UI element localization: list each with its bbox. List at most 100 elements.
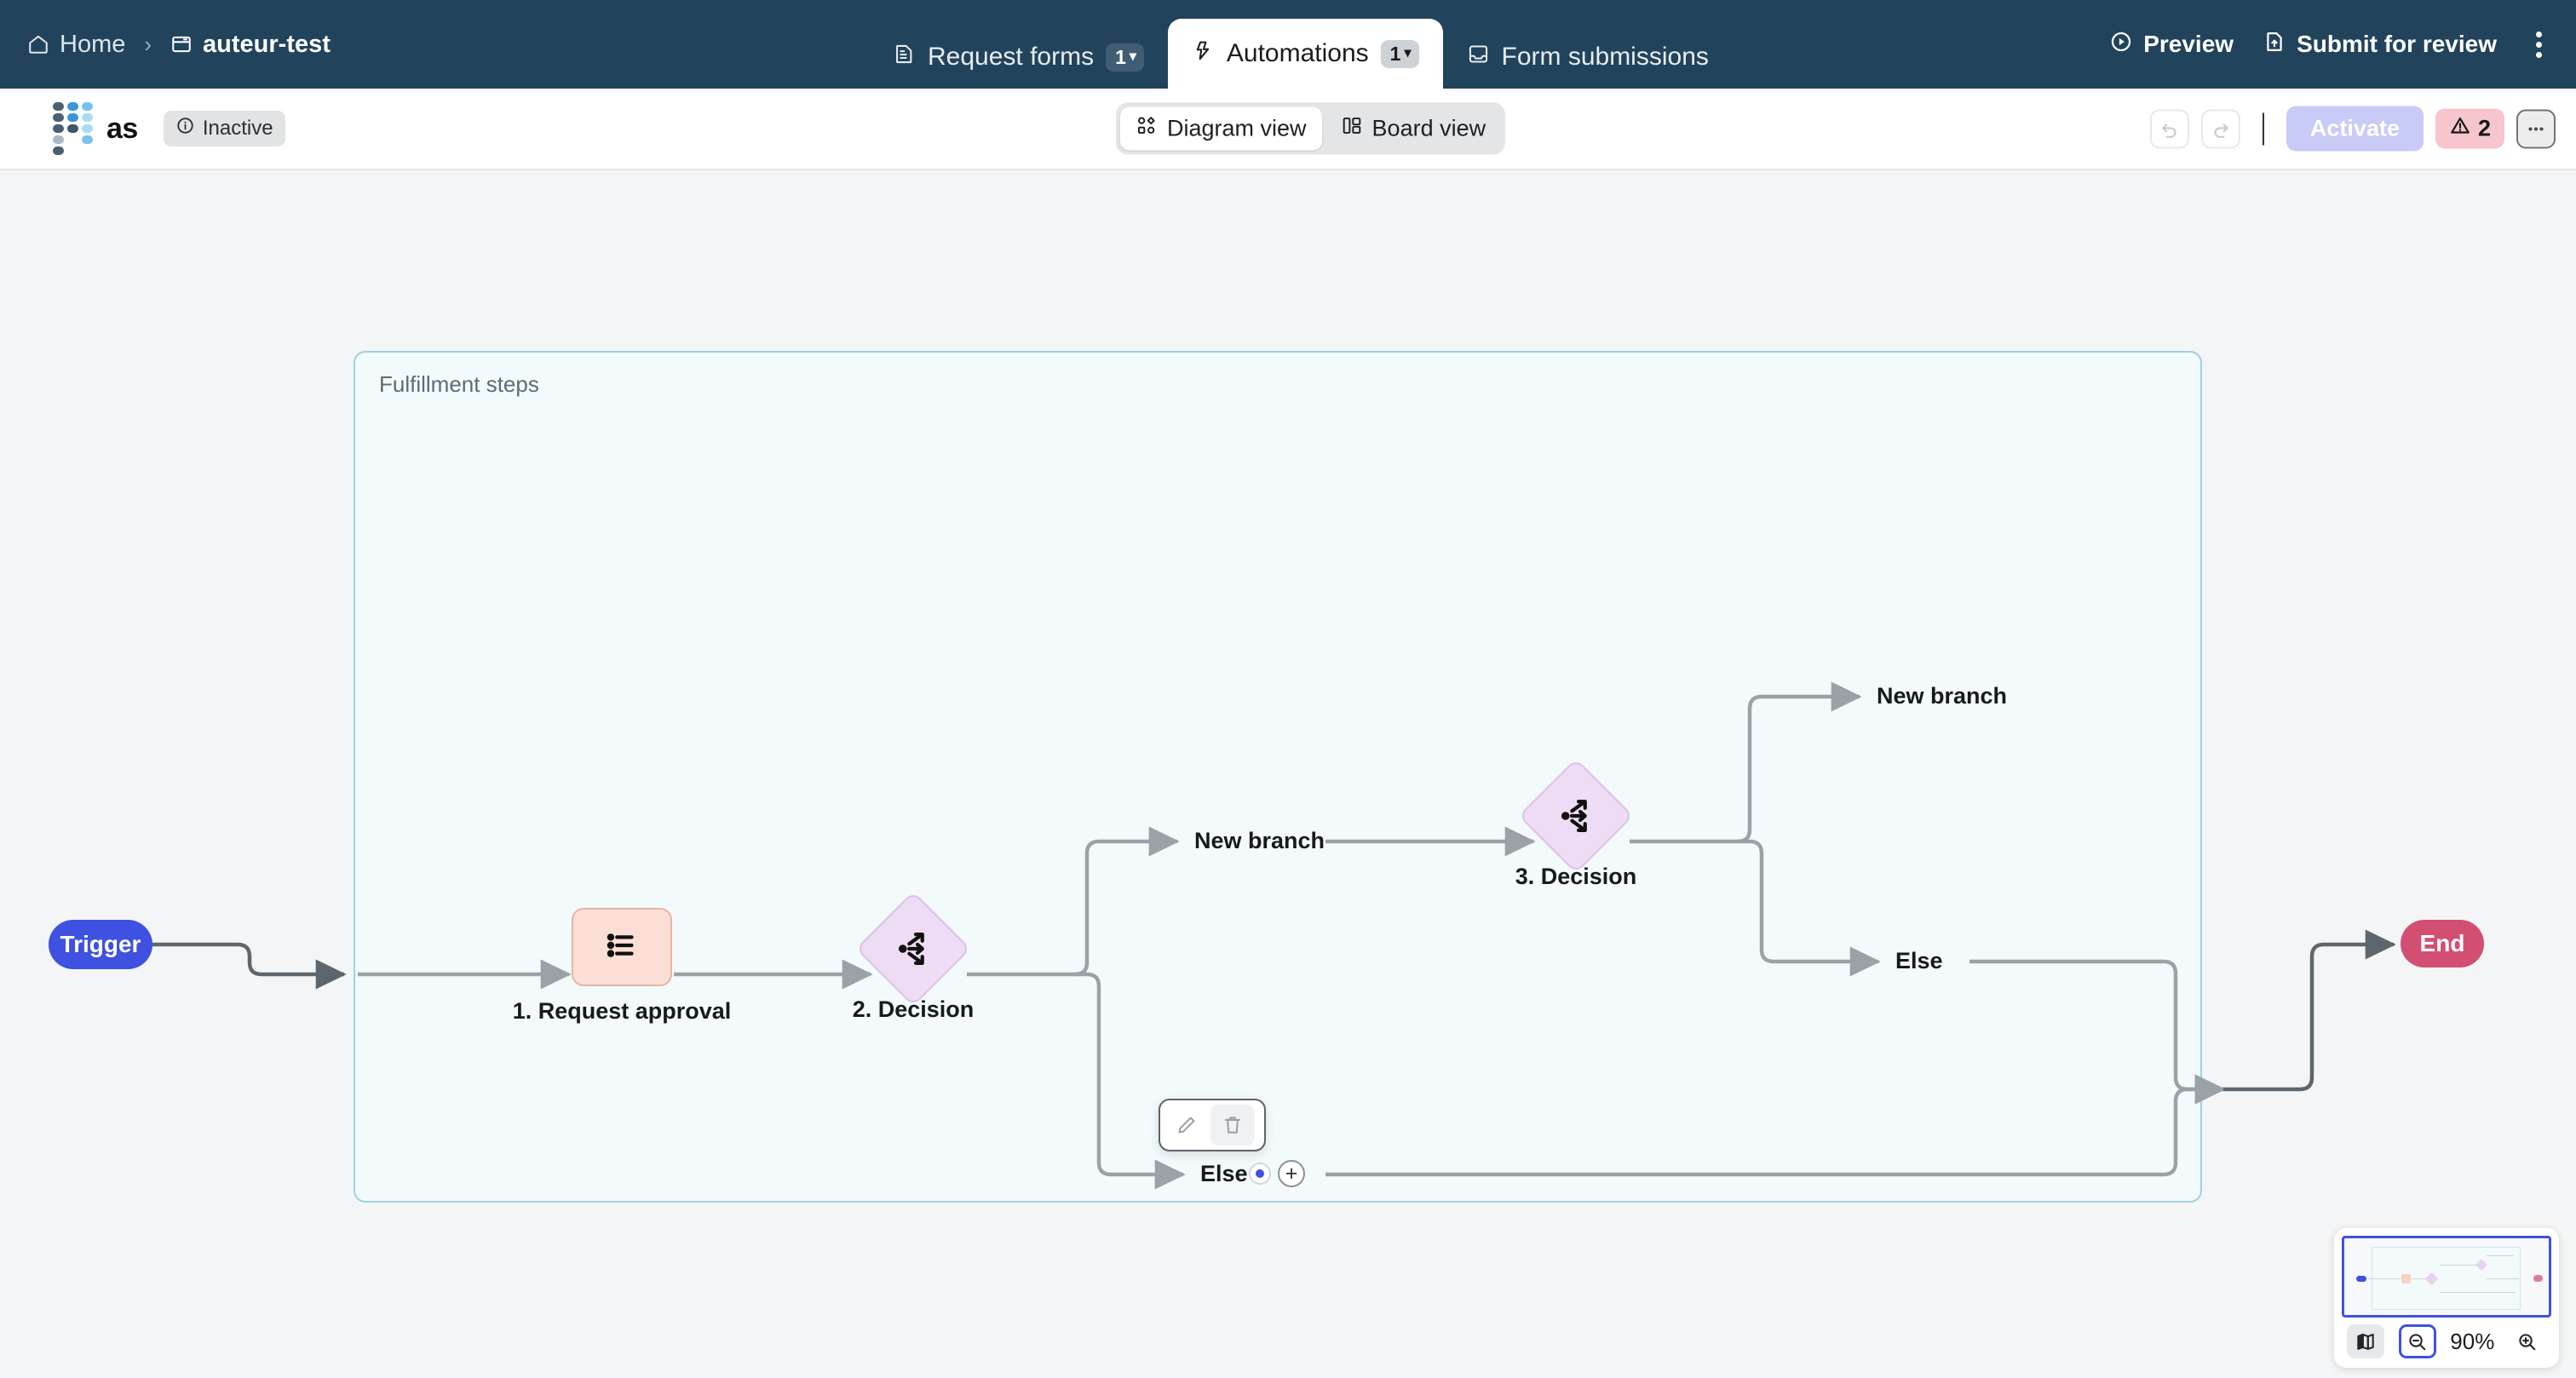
tab-automations-label: Automations (1227, 39, 1369, 68)
zoom-level-label: 90% (2450, 1329, 2494, 1355)
submit-for-review-button[interactable]: Submit for review (2263, 30, 2497, 60)
decision-diamond-shape (855, 891, 971, 1007)
minimap-edge (2487, 1278, 2519, 1279)
zoom-out-icon (2406, 1331, 2428, 1352)
tab-automations-count[interactable]: 1 ▾ (1381, 40, 1419, 68)
minimap-node-end (2533, 1275, 2543, 1282)
node-decision-3[interactable]: 3. Decision (1535, 775, 1617, 857)
workflow-brand: as Inactive (53, 102, 285, 155)
node-decision-2[interactable]: 2. Decision (872, 908, 954, 990)
branch-label-decision3-else[interactable]: Else (1895, 948, 1943, 974)
info-circle-icon (175, 116, 195, 141)
minimap-node-task (2401, 1274, 2411, 1283)
minimap-edge (2412, 1278, 2426, 1279)
chevron-down-icon: ▾ (1130, 50, 1136, 64)
tab-automations[interactable]: Automations 1 ▾ (1168, 19, 1443, 89)
chevron-down-icon: ▾ (1404, 47, 1411, 60)
breadcrumb-item-project[interactable]: auteur-test (170, 31, 331, 59)
add-step-button[interactable]: + (1278, 1160, 1305, 1187)
minimap-toggle-button[interactable] (2347, 1324, 2384, 1358)
minimap-edge (2368, 1278, 2401, 1279)
zoom-out-button[interactable] (2399, 1324, 2436, 1358)
breadcrumb-project-label: auteur-test (203, 31, 331, 59)
branch-label-decision3-new-branch[interactable]: New branch (1877, 683, 2007, 709)
preview-button[interactable]: Preview (2109, 30, 2234, 60)
edit-branch-button[interactable] (1164, 1105, 1209, 1145)
branch-arrows-icon (1556, 796, 1596, 835)
play-circle-icon (2109, 30, 2133, 60)
diagram-view-button[interactable]: Diagram view (1120, 107, 1322, 151)
inbox-icon (1467, 43, 1490, 72)
more-vertical-icon[interactable] (2526, 25, 2552, 65)
board-view-label: Board view (1372, 116, 1486, 142)
node-trigger-label: Trigger (60, 931, 141, 958)
zoom-in-button[interactable] (2509, 1324, 2546, 1358)
node-request-approval-label: 1. Request approval (513, 998, 732, 1025)
redo-icon[interactable] (2201, 109, 2240, 148)
delete-branch-button[interactable] (1210, 1105, 1255, 1145)
more-options-button[interactable] (2516, 109, 2556, 148)
app-logo-icon (53, 102, 93, 155)
tab-request-forms-count[interactable]: 1 ▾ (1106, 43, 1144, 72)
zoom-in-icon (2516, 1331, 2538, 1352)
board-view-button[interactable]: Board view (1325, 107, 1502, 151)
node-end-label: End (2420, 930, 2465, 957)
zoom-controls: 90% (2342, 1318, 2551, 1360)
node-end[interactable]: End (2401, 920, 2484, 967)
branch-arrows-icon (894, 929, 933, 968)
node-decision-3-label: 3. Decision (1515, 864, 1637, 890)
branch-label-decision2-else[interactable]: Else (1200, 1161, 1248, 1187)
tab-form-submissions-label: Form submissions (1502, 43, 1709, 72)
tab-count-value: 1 (1115, 48, 1126, 67)
breadcrumb-item-home[interactable]: Home (27, 31, 125, 59)
table-icon (170, 33, 193, 55)
forms-icon (893, 43, 916, 72)
minimap-edge (2487, 1255, 2514, 1256)
minimap[interactable] (2342, 1236, 2551, 1318)
status-badge: Inactive (164, 111, 285, 146)
checklist-icon (602, 926, 641, 969)
tab-count-value: 1 (1390, 44, 1401, 64)
connector-dot-handle[interactable] (1249, 1163, 1271, 1185)
status-label: Inactive (203, 117, 273, 141)
diagram-view-label: Diagram view (1167, 116, 1307, 142)
workflow-name: as (106, 112, 138, 146)
editor-toolbar: as Inactive Diagram view (0, 89, 2576, 170)
breadcrumb: Home › auteur-test (27, 31, 331, 59)
toolbar-divider (2263, 112, 2264, 145)
tab-bar: Request forms 1 ▾ Automations 1 ▾ (869, 0, 1733, 89)
minimap-toggle-icon (2355, 1330, 2377, 1352)
edge-layer (0, 170, 2576, 1378)
undo-icon[interactable] (2150, 109, 2189, 148)
automation-canvas[interactable]: Fulfillment steps (0, 170, 2576, 1378)
tab-request-forms[interactable]: Request forms 1 ▾ (869, 26, 1168, 89)
file-upload-icon (2263, 30, 2286, 60)
pencil-icon (1176, 1114, 1198, 1136)
warning-count-badge[interactable]: 2 (2435, 109, 2504, 149)
minimap-node-trigger (2356, 1276, 2366, 1282)
view-mode-toggle: Diagram view Board view (1116, 103, 1505, 155)
minimap-edge (2440, 1265, 2478, 1266)
branch-label-decision2-new-branch[interactable]: New branch (1194, 828, 1325, 854)
breadcrumb-separator: › (139, 32, 157, 58)
diagram-shapes-icon (1136, 115, 1158, 143)
node-decision-2-label: 2. Decision (853, 996, 975, 1023)
top-navigation-bar: Home › auteur-test (0, 0, 2576, 89)
activate-button[interactable]: Activate (2286, 106, 2424, 152)
warning-triangle-icon (2449, 115, 2471, 143)
edge-context-toolbar (1159, 1099, 1266, 1151)
minimap-panel: 90% (2334, 1228, 2559, 1368)
tab-request-forms-label: Request forms (928, 43, 1094, 72)
warning-count-value: 2 (2478, 116, 2491, 142)
board-columns-icon (1341, 115, 1363, 143)
automation-bolt-icon (1192, 39, 1215, 69)
top-bar-actions: Preview Submit for review (2109, 0, 2552, 89)
node-request-approval[interactable]: 1. Request approval (572, 908, 672, 986)
toolbar-right-actions: Activate 2 (2150, 106, 2556, 152)
decision-diamond-shape (1518, 758, 1634, 874)
preview-label: Preview (2143, 31, 2234, 58)
breadcrumb-home-label: Home (60, 31, 125, 59)
node-trigger[interactable]: Trigger (49, 920, 152, 969)
trash-icon (1222, 1114, 1244, 1136)
tab-form-submissions[interactable]: Form submissions (1443, 26, 1733, 89)
